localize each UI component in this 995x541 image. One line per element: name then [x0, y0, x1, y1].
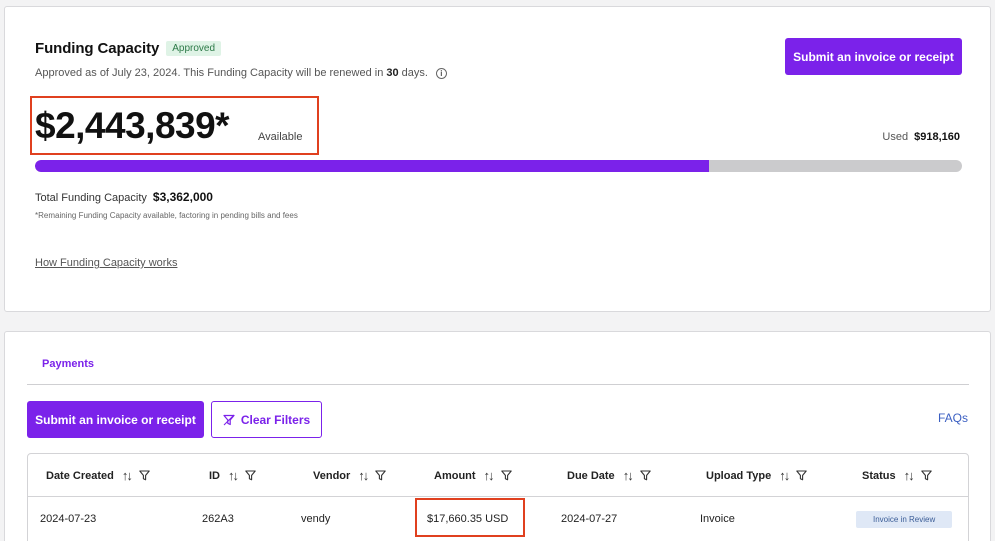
- column-label: Date Created: [46, 469, 114, 482]
- approval-text: Approved as of July 23, 2024. This Fundi…: [35, 67, 384, 79]
- how-funding-capacity-works-link[interactable]: How Funding Capacity works: [35, 257, 177, 269]
- sort-icon[interactable]: ↑↓: [779, 468, 790, 483]
- column-label: Status: [862, 469, 896, 482]
- funding-title: Funding Capacity: [35, 40, 160, 57]
- status-badge: Invoice in Review: [856, 510, 953, 528]
- cell-upload-type: Invoice: [700, 513, 735, 525]
- column-label: Vendor: [313, 469, 351, 482]
- total-label: Total Funding Capacity: [35, 192, 147, 204]
- cell-vendor: vendy: [301, 513, 331, 525]
- column-header-status[interactable]: Status ↑↓: [862, 454, 932, 497]
- sort-icon[interactable]: ↑↓: [623, 468, 634, 483]
- funding-title-row: Funding Capacity Approved: [35, 40, 222, 57]
- sort-icon[interactable]: ↑↓: [904, 468, 915, 483]
- filter-icon[interactable]: [639, 470, 651, 481]
- cell-amount: $17,660.35 USD: [427, 513, 509, 525]
- clear-filters-button[interactable]: Clear Filters: [211, 401, 322, 438]
- tab-divider: [27, 384, 969, 385]
- filter-icon[interactable]: [500, 470, 512, 481]
- filter-icon[interactable]: [796, 470, 807, 481]
- sort-icon[interactable]: ↑↓: [358, 468, 369, 483]
- clear-filters-label: Clear Filters: [240, 412, 311, 427]
- column-label: Amount: [434, 469, 476, 482]
- submit-invoice-button-payments[interactable]: Submit an invoice or receipt: [27, 401, 204, 438]
- total-funding-capacity: Total Funding Capacity $3,362,000: [35, 190, 213, 204]
- column-label: ID: [209, 469, 220, 482]
- column-header-date-created[interactable]: Date Created ↑↓: [46, 454, 150, 497]
- renew-days: 30: [386, 67, 399, 79]
- sort-icon[interactable]: ↑↓: [228, 468, 239, 483]
- faqs-link[interactable]: FAQs: [938, 411, 968, 425]
- approval-suffix: days.: [401, 67, 428, 79]
- cell-due-date: 2024-07-27: [561, 513, 618, 525]
- total-value: $3,362,000: [152, 190, 213, 204]
- sort-icon[interactable]: ↑↓: [484, 468, 495, 483]
- funding-footnote: *Remaining Funding Capacity available, f…: [35, 211, 298, 220]
- available-amount: $2,443,839*: [35, 105, 230, 146]
- used-value: $918,160: [914, 131, 960, 143]
- filter-clear-icon: [223, 414, 235, 425]
- approval-subtitle: Approved as of July 23, 2024. This Fundi…: [35, 67, 447, 79]
- sort-icon[interactable]: ↑↓: [122, 468, 133, 483]
- cell-date-created: 2024-07-23: [40, 513, 97, 525]
- funding-capacity-card: Funding Capacity Approved Approved as of…: [4, 6, 991, 312]
- funding-progress-bar: [35, 160, 962, 172]
- filter-icon[interactable]: [375, 470, 387, 481]
- payments-table: Date Created ↑↓ ID ↑↓ Vendor ↑↓ Amount ↑…: [27, 453, 969, 541]
- progress-fill-available: [35, 160, 709, 172]
- filter-icon[interactable]: [139, 470, 150, 481]
- cell-id: 262A3: [202, 513, 234, 525]
- cell-status: Invoice in Review: [856, 497, 953, 541]
- tab-payments[interactable]: Payments: [42, 358, 94, 370]
- table-row[interactable]: 2024-07-23 262A3 vendy $17,660.35 USD 20…: [28, 497, 968, 541]
- filter-icon[interactable]: [920, 470, 932, 481]
- approved-badge: Approved: [166, 41, 222, 56]
- info-icon[interactable]: i: [435, 67, 447, 79]
- table-header: Date Created ↑↓ ID ↑↓ Vendor ↑↓ Amount ↑…: [28, 454, 968, 497]
- used-label: Used: [882, 131, 909, 143]
- column-header-amount[interactable]: Amount ↑↓: [434, 454, 512, 497]
- used-amount: Used $918,160: [882, 131, 960, 143]
- column-header-id[interactable]: ID ↑↓: [209, 454, 256, 497]
- available-label: Available: [258, 131, 303, 143]
- payments-card: Payments Submit an invoice or receipt Cl…: [4, 331, 991, 541]
- filter-icon[interactable]: [245, 470, 256, 481]
- column-label: Upload Type: [706, 469, 772, 482]
- column-header-due-date[interactable]: Due Date ↑↓: [567, 454, 651, 497]
- column-label: Due Date: [567, 469, 615, 482]
- column-header-vendor[interactable]: Vendor ↑↓: [313, 454, 387, 497]
- column-header-upload-type[interactable]: Upload Type ↑↓: [706, 454, 807, 497]
- submit-invoice-button[interactable]: Submit an invoice or receipt: [785, 38, 962, 75]
